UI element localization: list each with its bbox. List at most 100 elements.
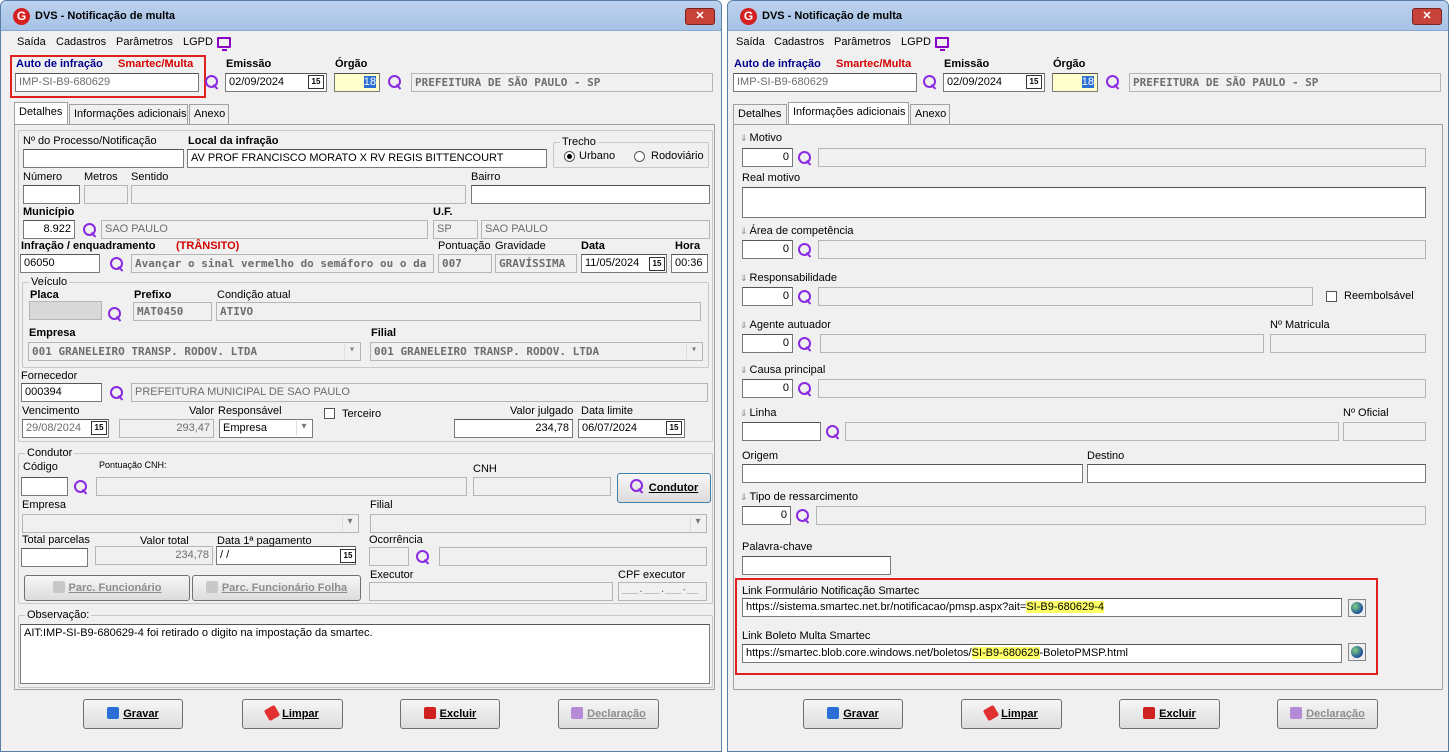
- monitor-icon[interactable]: [217, 37, 231, 51]
- origem-input[interactable]: [742, 464, 1083, 483]
- search-icon[interactable]: [798, 151, 812, 165]
- municipio-code[interactable]: 8.922: [23, 220, 75, 239]
- search-icon[interactable]: [796, 509, 810, 523]
- empresa-select[interactable]: 001 GRANELEIRO TRANSP. RODOV. LTDA: [28, 342, 361, 361]
- search-icon[interactable]: [826, 425, 840, 439]
- reembolsavel-checkbox[interactable]: [1326, 291, 1337, 302]
- tipo-code[interactable]: 0: [742, 506, 791, 525]
- trecho-label: Trecho: [560, 136, 598, 148]
- auto-input[interactable]: IMP-SI-B9-680629: [733, 73, 917, 92]
- tab-anexo[interactable]: Anexo: [910, 104, 950, 124]
- valor-value: 293,47: [119, 419, 214, 438]
- menu-cadastros[interactable]: Cadastros: [774, 36, 824, 48]
- menu-parametros[interactable]: Parâmetros: [116, 36, 173, 48]
- sentido-label: Sentido: [131, 171, 169, 183]
- processo-input[interactable]: [23, 149, 184, 168]
- declaracao-button[interactable]: Declaração: [558, 699, 659, 729]
- calendar-icon[interactable]: 15: [91, 421, 107, 435]
- infracao-code[interactable]: 06050: [20, 254, 100, 273]
- responsavel-select[interactable]: Empresa: [219, 419, 313, 438]
- auto-input[interactable]: IMP-SI-B9-680629: [15, 73, 199, 92]
- local-input[interactable]: AV PROF FRANCISCO MORATO X RV REGIS BITT…: [187, 149, 547, 168]
- search-icon[interactable]: [798, 382, 812, 396]
- causa-code[interactable]: 0: [742, 379, 793, 398]
- limpar-button[interactable]: Limpar: [242, 699, 343, 729]
- menu-saida[interactable]: Saída: [17, 36, 46, 48]
- gravar-button[interactable]: Gravar: [83, 699, 183, 729]
- globe-icon[interactable]: [1348, 599, 1366, 617]
- orgao-code[interactable]: 18: [334, 73, 380, 92]
- condutor-button[interactable]: Condutor: [617, 473, 711, 503]
- calendar-icon[interactable]: 15: [666, 421, 682, 435]
- search-icon[interactable]: [74, 480, 88, 494]
- gravar-label: Gravar: [123, 708, 159, 720]
- monitor-icon[interactable]: [935, 37, 949, 51]
- palavra-input[interactable]: [742, 556, 891, 575]
- globe-icon[interactable]: [1348, 643, 1366, 661]
- tab-informacoes[interactable]: Informações adicionais: [788, 102, 909, 124]
- link1-input[interactable]: https://sistema.smartec.net.br/notificac…: [742, 598, 1342, 617]
- destino-input[interactable]: [1087, 464, 1426, 483]
- search-icon[interactable]: [108, 307, 122, 321]
- parc-folha-button[interactable]: Parc. Funcionário Folha: [192, 575, 361, 601]
- search-icon[interactable]: [416, 550, 430, 564]
- search-icon[interactable]: [798, 290, 812, 304]
- agente-code[interactable]: 0: [742, 334, 793, 353]
- area-code[interactable]: 0: [742, 240, 793, 259]
- fornecedor-code[interactable]: 000394: [21, 383, 102, 402]
- filial-select[interactable]: 001 GRANELEIRO TRANSP. RODOV. LTDA: [370, 342, 703, 361]
- declaracao-button[interactable]: Declaração: [1277, 699, 1378, 729]
- search-icon[interactable]: [83, 223, 97, 237]
- calendar-icon[interactable]: 15: [1026, 75, 1042, 89]
- limpar-label: Limpar: [1001, 708, 1038, 720]
- rodoviario-radio[interactable]: [634, 151, 645, 162]
- terceiro-checkbox[interactable]: [324, 408, 335, 419]
- bairro-input[interactable]: [471, 185, 710, 204]
- motivo-code[interactable]: 0: [742, 148, 793, 167]
- gravar-button[interactable]: Gravar: [803, 699, 903, 729]
- search-icon[interactable]: [798, 243, 812, 257]
- tab-informacoes[interactable]: Informações adicionais: [69, 104, 188, 124]
- calendar-icon[interactable]: 15: [649, 257, 665, 271]
- hora-input[interactable]: 00:36: [671, 254, 708, 273]
- codigo-input[interactable]: [21, 477, 68, 496]
- real-motivo-input[interactable]: [742, 187, 1426, 218]
- linha-code[interactable]: [742, 422, 821, 441]
- search-icon[interactable]: [110, 386, 124, 400]
- parc-funcionario-button[interactable]: Parc. Funcionário: [24, 575, 190, 601]
- urbano-radio[interactable]: [564, 151, 575, 162]
- excluir-button[interactable]: Excluir: [1119, 699, 1220, 729]
- menu-lgpd[interactable]: LGPD: [901, 36, 931, 48]
- orgao-code[interactable]: 18: [1052, 73, 1098, 92]
- excluir-button[interactable]: Excluir: [400, 699, 500, 729]
- search-icon[interactable]: [923, 75, 937, 89]
- empresa2-select[interactable]: [22, 514, 359, 533]
- limpar-button[interactable]: Limpar: [961, 699, 1062, 729]
- menu-saida[interactable]: Saída: [736, 36, 765, 48]
- search-icon[interactable]: [110, 257, 124, 271]
- menu-parametros[interactable]: Parâmetros: [834, 36, 891, 48]
- empresa-label: Empresa: [29, 327, 76, 339]
- menu-lgpd[interactable]: LGPD: [183, 36, 213, 48]
- search-icon[interactable]: [388, 75, 402, 89]
- link2-input[interactable]: https://smartec.blob.core.windows.net/bo…: [742, 644, 1342, 663]
- declaracao-label: Declaração: [1306, 708, 1365, 720]
- calendar-icon[interactable]: 15: [308, 75, 324, 89]
- tab-detalhes[interactable]: Detalhes: [14, 102, 68, 124]
- tab-anexo[interactable]: Anexo: [189, 104, 229, 124]
- valor-julgado-input[interactable]: 234,78: [454, 419, 573, 438]
- observacao-textarea[interactable]: AIT:IMP-SI-B9-680629-4 foi retirado o di…: [20, 624, 710, 684]
- menu-cadastros[interactable]: Cadastros: [56, 36, 106, 48]
- resp-code[interactable]: 0: [742, 287, 793, 306]
- search-icon[interactable]: [205, 75, 219, 89]
- search-icon[interactable]: [798, 337, 812, 351]
- close-button[interactable]: ✕: [685, 8, 715, 25]
- calendar-icon[interactable]: 15: [340, 549, 356, 563]
- numero-input[interactable]: [23, 185, 80, 204]
- close-button[interactable]: ✕: [1412, 8, 1442, 25]
- filial2-select[interactable]: [370, 514, 707, 533]
- total-parc-input[interactable]: [21, 548, 88, 567]
- search-icon[interactable]: [1106, 75, 1120, 89]
- data-pag-input[interactable]: / /: [216, 546, 356, 565]
- tab-detalhes[interactable]: Detalhes: [733, 104, 787, 124]
